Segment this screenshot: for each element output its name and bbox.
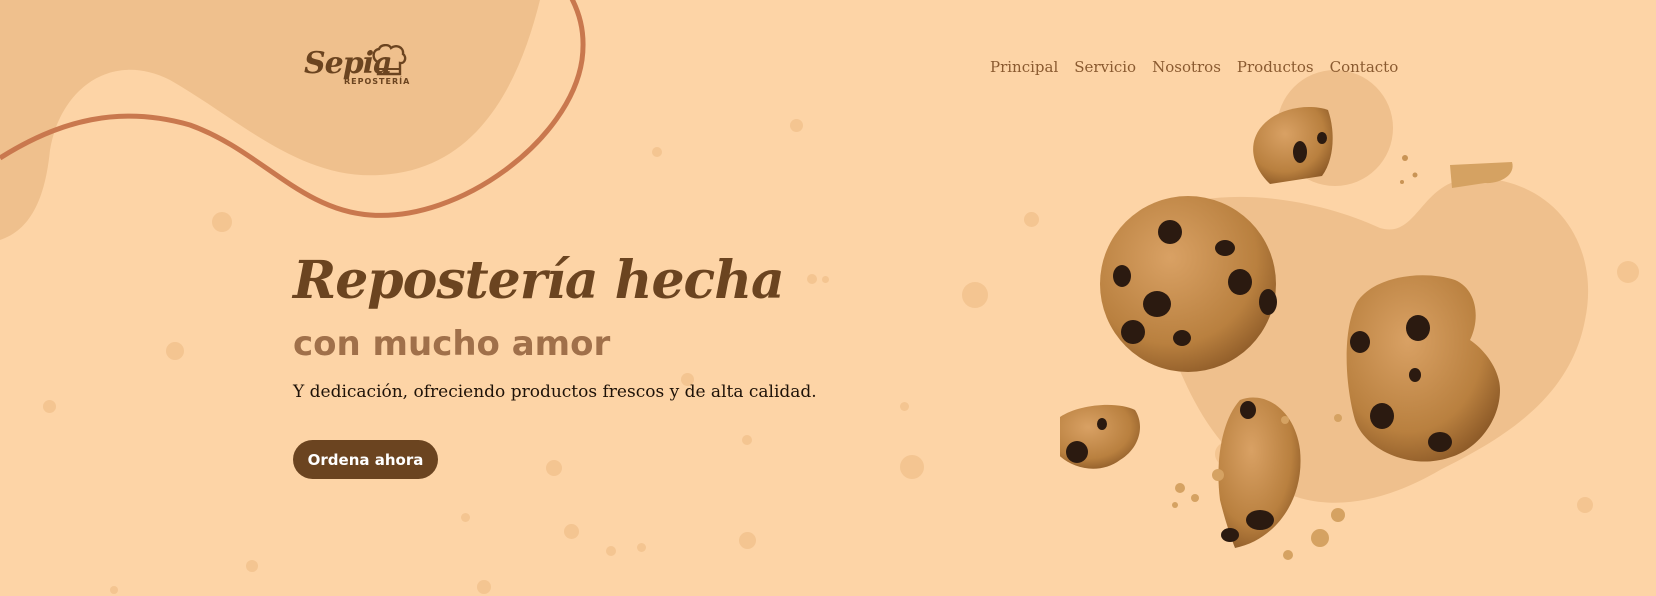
nav-servicio[interactable]: Servicio — [1074, 58, 1136, 76]
hero-subtitle: con mucho amor — [293, 324, 611, 364]
order-now-button[interactable]: Ordena ahora — [293, 440, 438, 479]
nav-contacto[interactable]: Contacto — [1330, 58, 1399, 76]
main-nav: Principal Servicio Nosotros Productos Co… — [990, 58, 1398, 76]
logo-subtitle: REPOSTERÍA — [344, 77, 411, 86]
cookies-illustration — [1060, 107, 1513, 560]
hero-description: Y dedicación, ofreciendo productos fresc… — [293, 382, 817, 402]
cookie-piece-top — [1253, 107, 1333, 184]
cookie-whole-left — [1100, 196, 1277, 372]
nav-productos[interactable]: Productos — [1237, 58, 1314, 76]
crumb-top-right — [1450, 162, 1513, 188]
nav-nosotros[interactable]: Nosotros — [1152, 58, 1221, 76]
cookie-bitten-right — [1346, 275, 1500, 462]
nav-principal[interactable]: Principal — [990, 58, 1058, 76]
hero-title: Repostería hecha — [293, 250, 785, 311]
cookie-piece-bottom-left — [1060, 404, 1140, 469]
brand-logo[interactable]: Sepia REPOSTERÍA — [304, 44, 410, 92]
chef-hat-icon — [372, 44, 407, 76]
